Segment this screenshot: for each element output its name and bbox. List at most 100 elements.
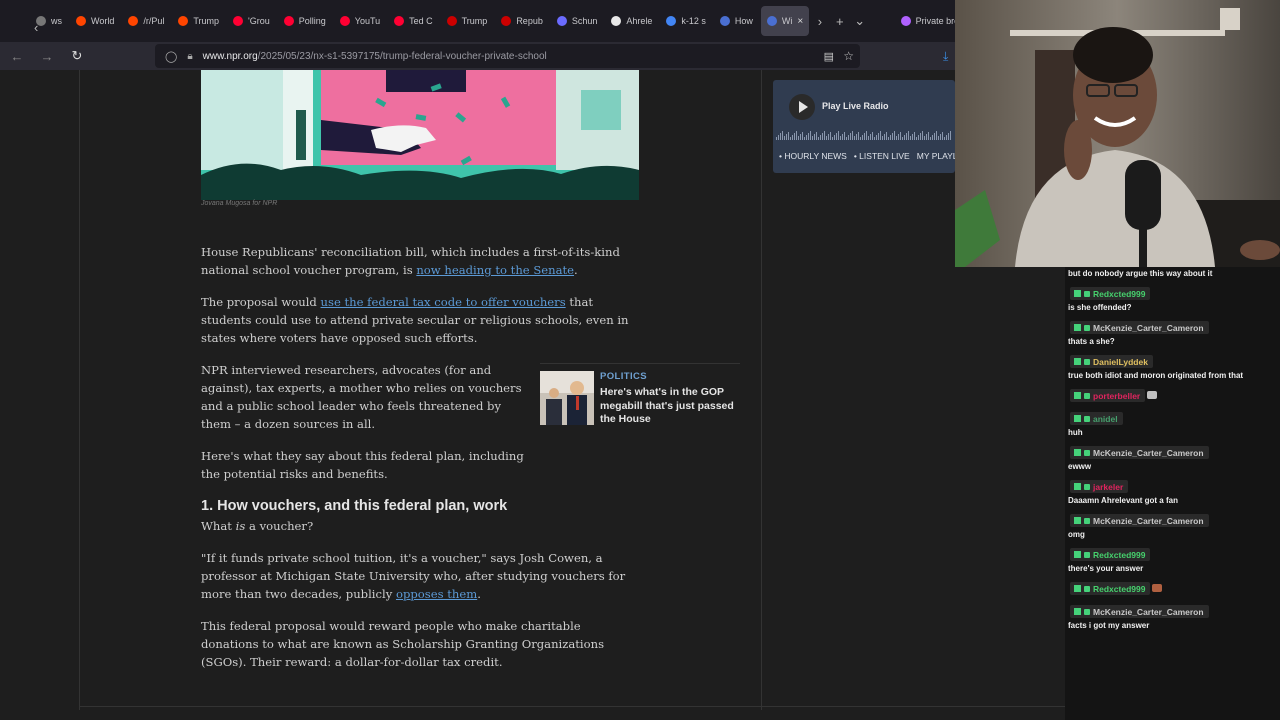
chat-emote-icon bbox=[1152, 584, 1163, 592]
chat-username-text: anidel bbox=[1093, 413, 1118, 424]
chat-message-text: omg bbox=[1068, 530, 1085, 539]
chat-username[interactable]: McKenzie_Carter_Cameron bbox=[1070, 514, 1209, 527]
tab-label: YouTu bbox=[354, 16, 381, 26]
mod-badge-icon bbox=[1074, 324, 1081, 331]
mod-badge-icon bbox=[1074, 392, 1081, 399]
senate-link[interactable]: now heading to the Senate bbox=[416, 263, 574, 277]
browser-tab[interactable]: World bbox=[70, 6, 120, 36]
waveform-bar bbox=[832, 137, 833, 140]
chat-username[interactable]: McKenzie_Carter_Cameron bbox=[1070, 321, 1209, 334]
url-bar[interactable]: ◯ 🔒︎ www.npr.org/2025/05/23/nx-s1-539717… bbox=[155, 44, 860, 68]
waveform-bar bbox=[944, 137, 945, 140]
opposes-them-link[interactable]: opposes them bbox=[396, 587, 477, 601]
play-live-radio-label[interactable]: Play Live Radio bbox=[822, 101, 889, 111]
browser-tab[interactable]: k-12 s bbox=[660, 6, 712, 36]
browser-tab[interactable]: YouTu bbox=[334, 6, 386, 36]
chat-username[interactable]: DanielLyddek bbox=[1070, 355, 1153, 368]
browser-tab[interactable]: /r/Pul bbox=[122, 6, 170, 36]
waveform-bar bbox=[822, 133, 823, 140]
tab-label: Wi bbox=[781, 16, 793, 26]
play-icon[interactable] bbox=[789, 94, 815, 120]
article-body: House Republicans' reconciliation bill, … bbox=[201, 243, 641, 685]
tax-code-link[interactable]: use the federal tax code to offer vouche… bbox=[321, 295, 566, 309]
web-page: Jovana Mugosa for NPR House Republicans'… bbox=[0, 70, 1065, 720]
reader-view-icon[interactable]: ▤ bbox=[824, 50, 834, 63]
waveform-bar bbox=[838, 131, 839, 140]
related-story-thumbnail[interactable] bbox=[540, 371, 594, 425]
browser-tab[interactable]: Trump bbox=[441, 6, 494, 36]
tab-scroll-left-icon[interactable]: ‹ bbox=[34, 20, 38, 35]
url-text[interactable]: www.npr.org/2025/05/23/nx-s1-5397175/tru… bbox=[203, 51, 547, 62]
browser-tab[interactable]: How bbox=[714, 6, 759, 36]
related-story-kicker[interactable]: POLITICS bbox=[600, 371, 740, 382]
waveform-bar bbox=[930, 137, 931, 140]
chat-username[interactable]: McKenzie_Carter_Cameron bbox=[1070, 446, 1209, 459]
browser-tab[interactable]: Polling bbox=[278, 6, 332, 36]
browser-tab[interactable]: Schun bbox=[551, 6, 604, 36]
chat-username[interactable]: porterbeller bbox=[1070, 389, 1146, 402]
radio-link[interactable]: MY PLAYL bbox=[917, 151, 955, 161]
browser-tab[interactable]: Ahrele bbox=[605, 6, 658, 36]
new-tab-icon[interactable]: + bbox=[831, 14, 849, 29]
radio-link[interactable]: • HOURLY NEWS bbox=[779, 151, 847, 161]
chat-username[interactable]: Redxcted999 bbox=[1070, 287, 1151, 300]
reload-icon[interactable]: ↻ bbox=[70, 48, 84, 64]
sub-badge-icon bbox=[1084, 358, 1090, 365]
waveform-bar bbox=[778, 135, 779, 140]
related-story-headline[interactable]: Here's what's in the GOP megabill that's… bbox=[600, 386, 740, 427]
chat-username-text: jarkeler bbox=[1093, 481, 1124, 492]
tab-label: ws bbox=[51, 16, 62, 26]
related-story-card[interactable]: POLITICS Here's what's in the GOP megabi… bbox=[540, 363, 740, 427]
waveform-bar bbox=[898, 134, 899, 140]
chat-username[interactable]: Redxcted999 bbox=[1070, 582, 1151, 595]
browser-tab[interactable]: 'Grou bbox=[227, 6, 276, 36]
back-icon[interactable]: ← bbox=[10, 49, 24, 64]
sub-badge-icon bbox=[1084, 483, 1090, 490]
waveform-bar bbox=[836, 133, 837, 140]
paragraph: This federal proposal would reward peopl… bbox=[201, 619, 605, 669]
chat-username[interactable]: jarkeler bbox=[1070, 480, 1129, 493]
tab-scroll-right-icon[interactable]: › bbox=[811, 14, 829, 29]
waveform-bar bbox=[872, 132, 873, 140]
waveform-bar bbox=[880, 131, 881, 140]
waveform-bar bbox=[950, 131, 951, 140]
waveform-bar bbox=[924, 136, 925, 140]
mod-badge-icon bbox=[1074, 415, 1081, 422]
browser-tab[interactable]: Repub bbox=[495, 6, 549, 36]
waveform-bar bbox=[796, 131, 797, 140]
radio-link[interactable]: • LISTEN LIVE bbox=[854, 151, 910, 161]
waveform-bar bbox=[934, 133, 935, 140]
sub-badge-icon bbox=[1084, 608, 1090, 615]
page-divider bbox=[79, 70, 80, 710]
browser-tab[interactable]: Trump bbox=[172, 6, 225, 36]
browser-tab[interactable]: Ted C bbox=[388, 6, 439, 36]
subheading: What is a voucher? bbox=[201, 517, 641, 535]
waveform-bar bbox=[802, 132, 803, 140]
chat-username[interactable]: anidel bbox=[1070, 412, 1123, 425]
page-divider bbox=[761, 70, 762, 710]
tab-favicon-icon bbox=[501, 16, 512, 26]
mod-badge-icon bbox=[1074, 483, 1081, 490]
download-icon[interactable]: ⤓ bbox=[943, 49, 948, 64]
chat-username[interactable]: Redxcted999 bbox=[1070, 548, 1151, 561]
shield-icon[interactable]: ◯ bbox=[165, 50, 177, 63]
waveform-bar bbox=[902, 137, 903, 140]
forward-icon[interactable]: → bbox=[40, 49, 54, 64]
tab-label: How bbox=[734, 16, 753, 26]
browser-tab[interactable]: Wi × bbox=[760, 6, 809, 36]
tab-favicon-icon bbox=[556, 16, 567, 26]
paragraph: House Republicans' reconciliation bill, … bbox=[201, 243, 641, 279]
bookmark-star-icon[interactable]: ☆ bbox=[843, 49, 854, 63]
chat-username[interactable]: McKenzie_Carter_Cameron bbox=[1070, 605, 1209, 618]
tab-favicon-icon bbox=[233, 16, 244, 26]
waveform-bar bbox=[946, 135, 947, 140]
list-tabs-icon[interactable]: ⌄ bbox=[851, 13, 869, 29]
waveform-bar bbox=[862, 135, 863, 140]
mod-badge-icon bbox=[1074, 585, 1081, 592]
mod-badge-icon bbox=[1074, 517, 1081, 524]
lock-icon[interactable]: 🔒︎ bbox=[187, 51, 192, 62]
waveform-bar bbox=[816, 132, 817, 140]
waveform-bar bbox=[842, 134, 843, 140]
waveform-bar bbox=[870, 134, 871, 140]
close-tab-icon[interactable]: × bbox=[797, 16, 803, 27]
